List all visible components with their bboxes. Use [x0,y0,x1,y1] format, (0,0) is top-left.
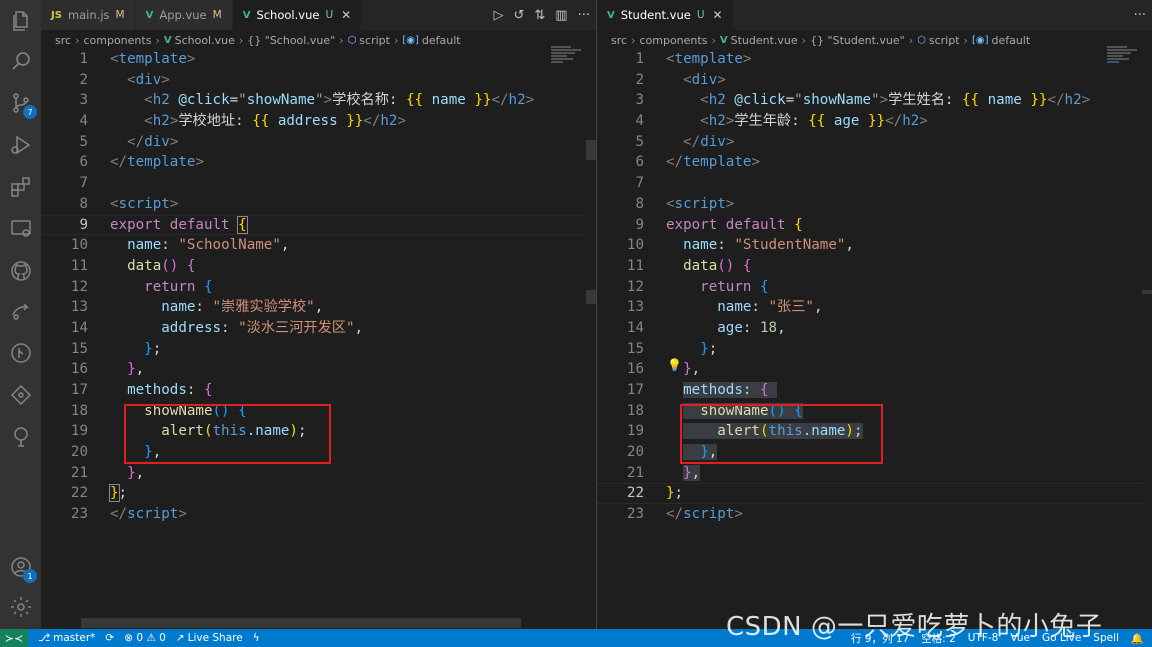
run-debug-icon[interactable] [8,132,33,157]
tab-label: App.vue [159,8,207,22]
minimap[interactable] [551,46,591,86]
breadcrumb-item[interactable]: default [991,34,1030,47]
remote-indicator-icon[interactable]: ≻≺ [0,629,28,647]
lightning-icon[interactable]: ϟ [253,632,260,644]
tab-bar-right: V Student.vue U ✕ ··· [597,0,1152,30]
accounts-badge: 1 [23,569,37,583]
run-icon[interactable]: ▷ [493,8,503,23]
activity-bar: 7 1 [0,0,41,629]
symbol-icon: ⬡ [917,34,926,46]
editor-group-right: V Student.vue U ✕ ··· src › components › V… [597,0,1152,629]
vue-file-icon: V [719,34,728,46]
vertical-scrollbar[interactable] [1142,290,1152,294]
highlight-box [124,404,331,464]
breadcrumb-item[interactable]: script [929,34,960,47]
symbol-icon: [◉] [402,34,419,46]
explorer-icon[interactable] [8,8,33,33]
vue-file-icon: V [145,9,154,21]
source-control-badge: 7 [23,105,37,119]
sync-icon[interactable]: ⟳ [105,632,114,644]
modified-badge: M [115,9,125,21]
notifications-icon[interactable]: 🔔 [1131,632,1144,645]
github-icon[interactable] [8,258,33,283]
close-icon[interactable]: ✕ [341,8,351,22]
editor-actions: ··· [1134,0,1146,30]
settings-gear-icon[interactable] [8,594,33,619]
split-editor-icon[interactable]: ▥ [555,8,567,23]
live-share-icon: ↗ [175,632,185,644]
tab-main-js[interactable]: JS main.js M [41,0,136,30]
compare-icon[interactable]: ⇅ [534,8,545,23]
history-icon[interactable]: ↺ [513,8,524,23]
live-share-icon[interactable] [8,298,33,323]
vue-file-icon: V [163,34,172,46]
breadcrumb-item[interactable]: School.vue [175,34,235,47]
tab-app-vue[interactable]: V App.vue M [135,0,233,30]
breadcrumb-item[interactable]: default [422,34,461,47]
tab-student-vue[interactable]: V Student.vue U ✕ [597,0,734,30]
gitlens-icon[interactable] [8,382,33,407]
branch-icon: ⎇ [38,632,51,644]
problems-indicator[interactable]: ⊗ 0 ⚠ 0 [124,632,166,644]
tree-icon[interactable] [8,424,33,449]
breadcrumb-item[interactable]: {} "School.vue" [247,34,335,47]
minimap[interactable] [1107,46,1147,86]
breadcrumb: src › components › V School.vue › {} "School… [55,33,461,47]
highlight-box [680,404,883,464]
horizontal-scrollbar[interactable] [81,618,521,628]
git-graph-icon[interactable] [8,340,33,365]
tab-bar-left: JS main.js M V App.vue M V School.vue U … [41,0,596,30]
breadcrumb-item[interactable]: src [55,34,71,47]
git-branch[interactable]: master* [53,632,95,644]
breadcrumb: src › components › V Student.vue › {} "Stude… [611,33,1031,47]
remote-explorer-icon[interactable] [8,216,33,241]
modified-badge: M [212,9,222,21]
vertical-scrollbar[interactable] [586,140,596,160]
vue-file-icon: V [242,9,251,21]
vertical-scrollbar[interactable] [586,290,596,304]
editor-actions: ▷ ↺ ⇅ ▥ ··· [493,0,590,30]
symbol-icon: [◉] [971,34,989,46]
more-actions-icon[interactable]: ··· [578,8,590,23]
breadcrumb-item[interactable]: components [639,34,707,47]
search-icon[interactable] [8,48,33,73]
tab-label: Student.vue [620,8,691,22]
watermark: CSDN @一只爱吃萝卜的小兔子 [726,612,1103,642]
untracked-badge: U [325,9,334,21]
live-share-button[interactable]: Live Share [188,632,243,644]
source-control-icon[interactable]: 7 [8,90,37,119]
breadcrumb-item[interactable]: script [359,34,390,47]
breadcrumb-item[interactable]: {} "Student.vue" [810,34,905,47]
vue-file-icon: V [607,9,615,21]
lightbulb-icon[interactable]: 💡 [667,358,682,372]
symbol-icon: ⬡ [347,34,357,46]
tab-label: main.js [67,8,110,22]
breadcrumb-item[interactable]: Student.vue [731,34,798,47]
close-icon[interactable]: ✕ [713,8,723,22]
accounts-icon[interactable]: 1 [8,554,37,583]
js-file-icon: JS [51,9,62,21]
breadcrumb-item[interactable]: components [83,34,151,47]
editor-group-left: JS main.js M V App.vue M V School.vue U … [41,0,596,629]
extensions-icon[interactable] [8,174,33,199]
more-actions-icon[interactable]: ··· [1134,8,1146,23]
untracked-badge: U [696,9,705,21]
tab-school-vue[interactable]: V School.vue U ✕ [232,0,363,30]
tab-label: School.vue [256,8,320,22]
breadcrumb-item[interactable]: src [611,34,627,47]
